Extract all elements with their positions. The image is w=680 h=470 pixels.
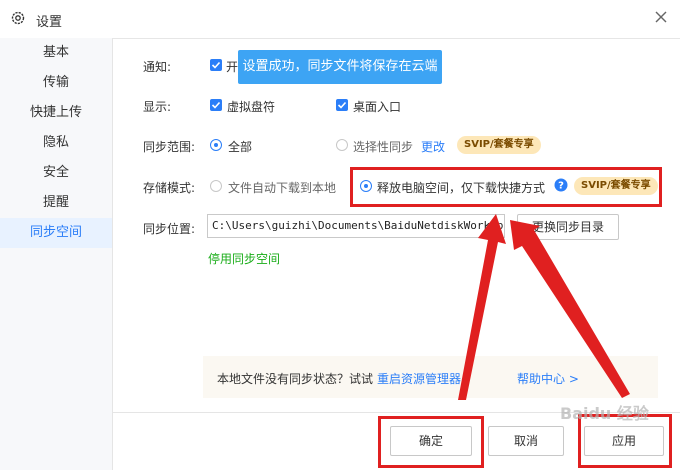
sidebar-item-quick-upload[interactable]: 快捷上传 bbox=[0, 98, 112, 128]
sync-path-input[interactable]: C:\Users\guizhi\Documents\BaiduNetdiskWo… bbox=[207, 214, 505, 238]
watermark-logo: Baidu 经验 bbox=[560, 404, 649, 423]
display-label: 显示: bbox=[143, 100, 172, 114]
sidebar-item-label: 基本 bbox=[42, 45, 69, 60]
change-sync-dir-button[interactable]: 更换同步目录 bbox=[517, 214, 619, 240]
change-link[interactable]: 更改 bbox=[421, 138, 445, 155]
cancel-button[interactable]: 取消 bbox=[488, 426, 564, 456]
sidebar-item-reminder[interactable]: 提醒 bbox=[0, 188, 112, 218]
sidebar-item-basic[interactable]: 基本 bbox=[0, 38, 112, 68]
ok-button[interactable]: 确定 bbox=[390, 426, 472, 456]
sidebar-item-label: 传输 bbox=[42, 75, 69, 90]
notify-label: 通知: bbox=[143, 60, 172, 74]
success-toast: 设置成功，同步文件将保存在云端 bbox=[238, 50, 442, 84]
sync-location-label: 同步位置: bbox=[143, 222, 196, 236]
sidebar-item-label: 同步空间 bbox=[29, 225, 82, 240]
sync-scope-label: 同步范围: bbox=[143, 140, 196, 154]
selective-sync-radio[interactable] bbox=[336, 139, 348, 151]
window-title: 设置 bbox=[36, 15, 63, 30]
close-icon[interactable] bbox=[650, 6, 672, 28]
apply-button[interactable]: 应用 bbox=[584, 426, 664, 456]
sync-all-label: 全部 bbox=[228, 140, 253, 154]
virtual-drive-label: 虚拟盘符 bbox=[227, 100, 276, 114]
help-center-link[interactable]: 帮助中心 > bbox=[517, 370, 579, 387]
sidebar-item-label: 提醒 bbox=[42, 195, 69, 210]
sidebar-item-security[interactable]: 安全 bbox=[0, 158, 112, 188]
svg-text:?: ? bbox=[558, 181, 564, 192]
free-space-radio[interactable] bbox=[360, 180, 372, 192]
disable-sync-space-link[interactable]: 停用同步空间 bbox=[208, 250, 280, 267]
settings-sidebar: 基本 传输 快捷上传 隐私 安全 提醒 同步空间 bbox=[0, 38, 113, 470]
sidebar-item-sync-space[interactable]: 同步空间 bbox=[0, 218, 112, 248]
selective-sync-label: 选择性同步 bbox=[353, 140, 414, 154]
svip-badge: SVIP/套餐专享 bbox=[457, 136, 541, 154]
sync-all-radio[interactable] bbox=[210, 139, 222, 151]
help-bar: 本地文件没有同步状态？试试 重启资源管理器 帮助中心 > bbox=[203, 356, 658, 398]
title-bar: 设置 bbox=[0, 0, 680, 39]
auto-download-label: 文件自动下载到本地 bbox=[228, 181, 337, 195]
question-icon[interactable]: ? bbox=[554, 178, 568, 192]
restart-explorer-link[interactable]: 重启资源管理器 bbox=[377, 370, 461, 387]
notify-option-label: 开 bbox=[226, 60, 239, 74]
help-text: 本地文件没有同步状态？试试 bbox=[217, 372, 374, 386]
storage-mode-label: 存储模式: bbox=[143, 181, 196, 195]
desktop-entry-checkbox[interactable] bbox=[336, 99, 348, 111]
desktop-entry-label: 桌面入口 bbox=[353, 100, 402, 114]
sidebar-item-transfer[interactable]: 传输 bbox=[0, 68, 112, 98]
auto-download-radio[interactable] bbox=[210, 180, 222, 192]
sidebar-item-label: 快捷上传 bbox=[29, 105, 82, 120]
svip-badge: SVIP/套餐专享 bbox=[574, 177, 658, 195]
virtual-drive-checkbox[interactable] bbox=[210, 99, 222, 111]
sidebar-item-privacy[interactable]: 隐私 bbox=[0, 128, 112, 158]
sidebar-item-label: 安全 bbox=[42, 165, 69, 180]
gear-icon bbox=[11, 11, 25, 25]
sidebar-item-label: 隐私 bbox=[42, 135, 69, 150]
notify-checkbox[interactable] bbox=[210, 59, 222, 71]
free-space-label: 释放电脑空间，仅下载快捷方式 bbox=[377, 181, 546, 195]
